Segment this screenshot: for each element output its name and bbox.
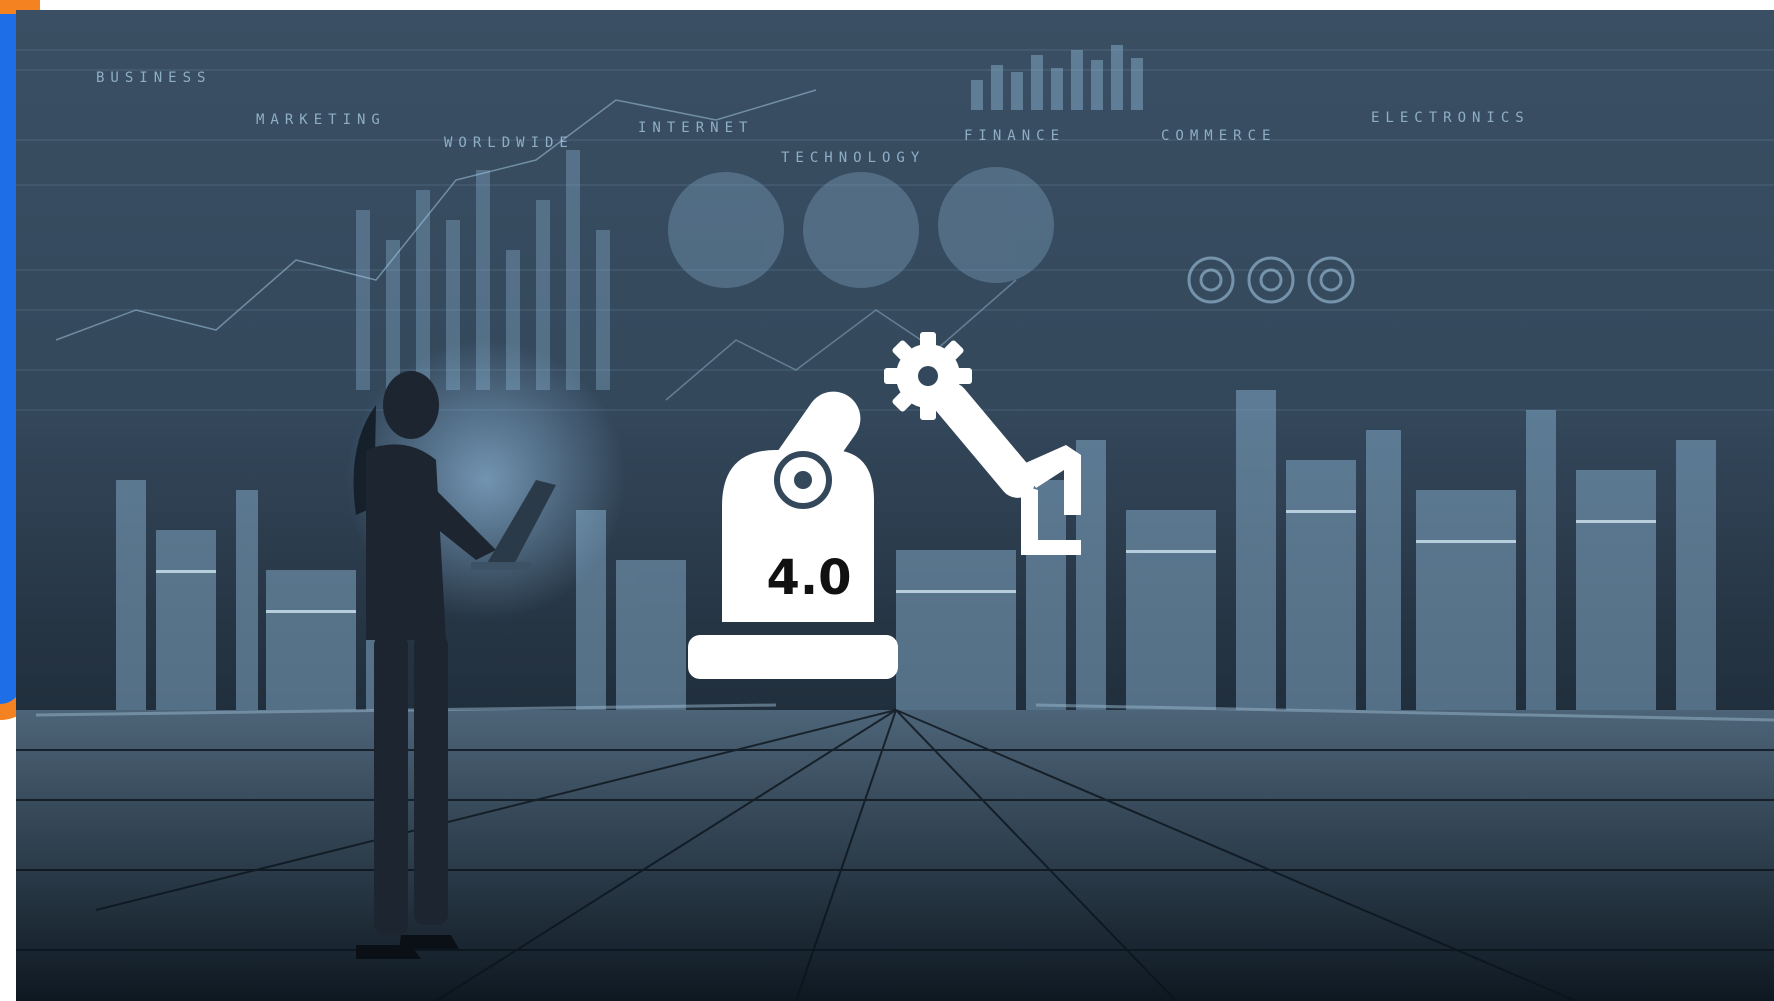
- floor: [16, 710, 1774, 1001]
- keyword-electronics: ELECTRONICS: [1371, 110, 1530, 126]
- keyword-internet: INTERNET: [638, 120, 754, 136]
- keyword-marketing: MARKETING: [256, 112, 386, 128]
- hero-image: BUSINESS MARKETING WORLDWIDE INTERNET TE…: [16, 10, 1774, 1001]
- target-rings-graphic: [1187, 256, 1355, 304]
- mini-bar-chart-graphic: [971, 45, 1143, 110]
- keyword-finance: FINANCE: [964, 128, 1066, 144]
- pie-chart-graphic: [668, 167, 1054, 288]
- robot-arm-gear-icon: [688, 332, 1081, 679]
- robot-version-label: 4.0: [766, 550, 852, 606]
- keyword-commerce: COMMERCE: [1161, 128, 1277, 144]
- keyword-technology: TECHNOLOGY: [781, 150, 926, 166]
- keyword-business: BUSINESS: [96, 70, 212, 86]
- keyword-worldwide: WORLDWIDE: [444, 135, 574, 151]
- slide: BUSINESS MARKETING WORLDWIDE INTERNET TE…: [0, 0, 1774, 1001]
